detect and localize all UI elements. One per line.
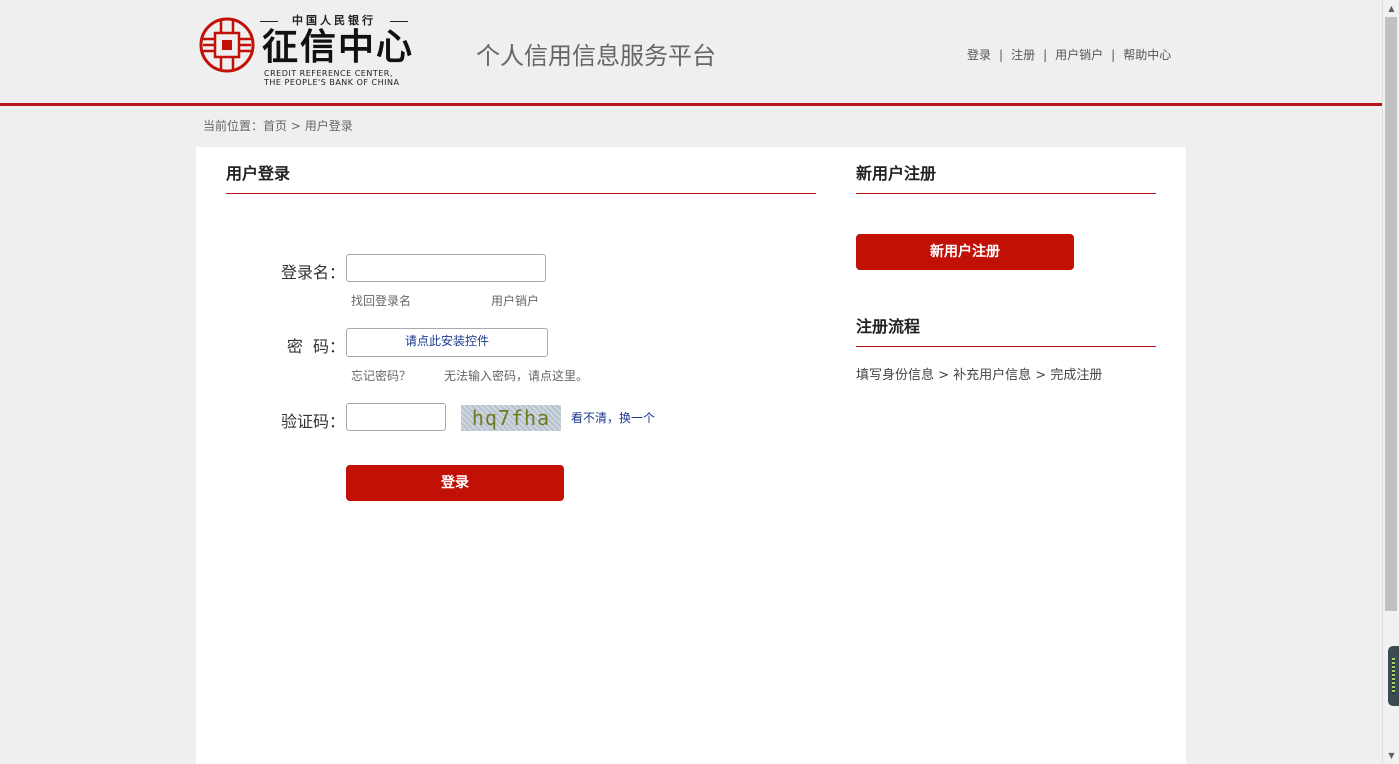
nav-separator: | — [1111, 48, 1116, 62]
scrollbar-thumb[interactable] — [1385, 17, 1397, 611]
password-control-install[interactable]: 请点此安装控件 — [346, 328, 548, 357]
register-section-divider — [856, 193, 1156, 194]
scroll-up-arrow-icon[interactable]: ▲ — [1383, 0, 1399, 17]
breadcrumb-home-link[interactable]: 首页 — [263, 119, 287, 133]
logo-english-line-2: THE PEOPLE'S BANK OF CHINA — [264, 78, 400, 87]
logo-english-line-1: CREDIT REFERENCE CENTER, — [264, 69, 393, 78]
logo-english-text: CREDIT REFERENCE CENTER, THE PEOPLE'S BA… — [264, 69, 414, 87]
register-flow-title: 注册流程 — [856, 317, 921, 336]
breadcrumb-current: 用户登录 — [304, 119, 353, 133]
login-section-divider — [226, 193, 816, 194]
username-label: 登录名： — [280, 263, 345, 282]
seal-logo-icon — [199, 17, 255, 73]
register-section-title: 新用户注册 — [856, 164, 937, 183]
site-header: 中国人民银行 征信中心 CREDIT REFERENCE CENTER, THE… — [0, 0, 1382, 106]
new-user-register-button[interactable]: 新用户注册 — [856, 234, 1074, 270]
nav-register-link[interactable]: 注册 — [1011, 48, 1035, 62]
nav-separator: | — [1043, 48, 1048, 62]
platform-title: 个人信用信息服务平台 — [476, 42, 716, 70]
username-input[interactable] — [346, 254, 546, 282]
browser-viewport: 中国人民银行 征信中心 CREDIT REFERENCE CENTER, THE… — [0, 0, 1399, 764]
login-section-title: 用户登录 — [226, 164, 291, 183]
nav-cancel-account-link[interactable]: 用户销户 — [1055, 48, 1103, 62]
logo-main-text: 征信中心 — [262, 26, 415, 68]
find-username-link[interactable]: 找回登录名 — [351, 292, 411, 310]
scroll-down-arrow-icon[interactable]: ▼ — [1383, 747, 1399, 764]
register-flow-divider — [856, 346, 1156, 347]
floating-side-widget[interactable] — [1388, 646, 1399, 706]
password-label: 密 码： — [286, 337, 345, 356]
breadcrumb: 当前位置：首页 > 用户登录 — [203, 116, 353, 136]
breadcrumb-separator: > — [287, 119, 305, 133]
breadcrumb-prefix: 当前位置： — [203, 119, 264, 133]
captcha-refresh-link[interactable]: 看不清，换一个 — [571, 409, 655, 427]
nav-login-link[interactable]: 登录 — [967, 48, 991, 62]
captcha-label: 验证码： — [280, 412, 345, 431]
captcha-input[interactable] — [346, 403, 446, 431]
top-nav: 登录 | 注册 | 用户销户 | 帮助中心 — [967, 45, 1171, 65]
cancel-account-link[interactable]: 用户销户 — [491, 292, 539, 310]
login-submit-button[interactable]: 登录 — [346, 465, 564, 501]
main-content-panel: 用户登录 登录名： 找回登录名 用户销户 密 码： 请点此安装控件 忘记密码？ … — [196, 147, 1186, 764]
signal-level-icon — [1392, 658, 1395, 694]
nav-separator: | — [999, 48, 1004, 62]
register-flow-steps: 填写身份信息 > 补充用户信息 > 完成注册 — [856, 368, 1103, 383]
cannot-input-password-link[interactable]: 无法输入密码，请点这里。 — [444, 367, 588, 385]
nav-help-center-link[interactable]: 帮助中心 — [1123, 48, 1171, 62]
forgot-password-link[interactable]: 忘记密码？ — [351, 367, 411, 385]
captcha-image[interactable]: hq7fha — [461, 405, 561, 431]
logo[interactable]: 中国人民银行 征信中心 CREDIT REFERENCE CENTER, THE… — [198, 12, 413, 90]
